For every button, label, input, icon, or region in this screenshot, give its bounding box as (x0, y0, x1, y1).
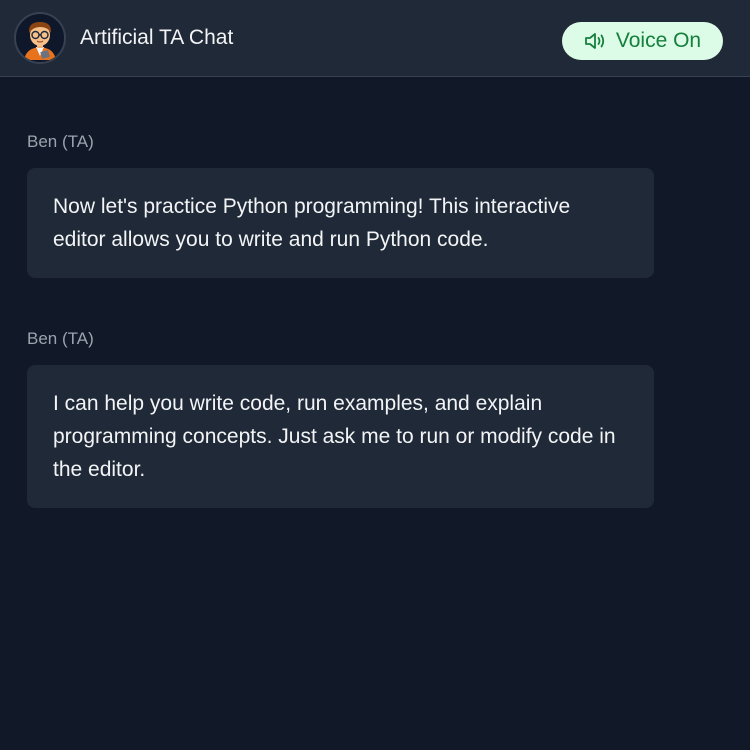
voice-button-label: Voice On (615, 29, 702, 52)
page-title: Artificial TA Chat (80, 26, 234, 49)
message-bubble: I can help you write code, run examples,… (27, 365, 654, 508)
teacher-emoji-icon (24, 22, 56, 60)
voice-toggle-button[interactable]: Voice On (562, 22, 723, 60)
message: Ben (TA) Now let's practice Python progr… (27, 132, 654, 278)
message-bubble: Now let's practice Python programming! T… (27, 168, 654, 278)
message: Ben (TA) I can help you write code, run … (27, 329, 654, 508)
message-sender: Ben (TA) (27, 329, 94, 348)
chat-app: Artificial TA Chat Voice On Ben (TA) Now… (0, 0, 750, 750)
chat-header: Artificial TA Chat Voice On (0, 0, 750, 77)
message-sender: Ben (TA) (27, 132, 94, 151)
speaker-icon (584, 33, 605, 49)
avatar (14, 12, 66, 64)
